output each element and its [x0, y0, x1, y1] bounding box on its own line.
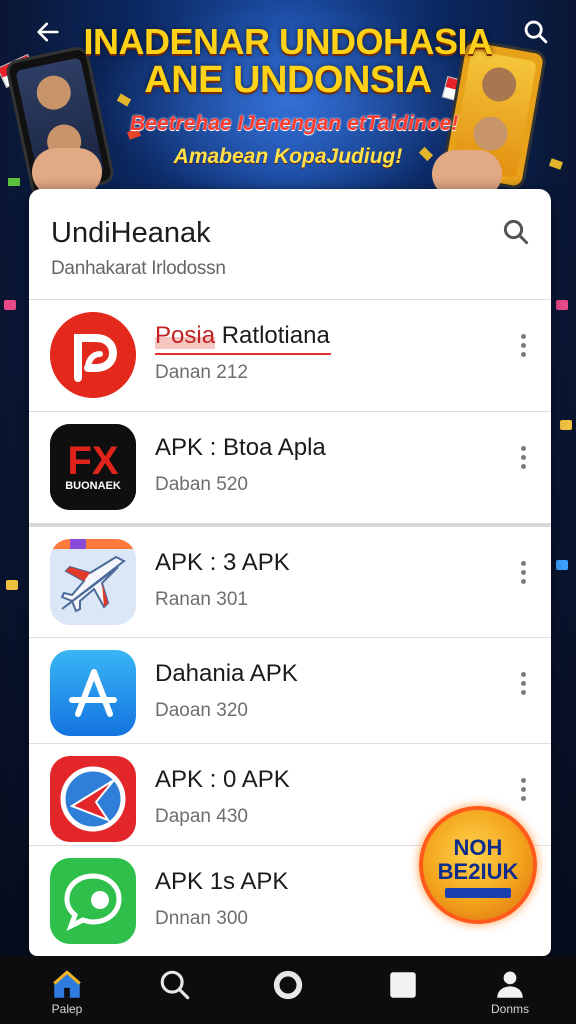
app-store-a-icon — [50, 650, 136, 736]
app-meta: Dnnan 300 — [155, 908, 248, 929]
circle-icon — [273, 970, 303, 1000]
nav-label: Donms — [490, 1002, 529, 1016]
more-options-button[interactable] — [513, 442, 533, 482]
banner-subtitle-line1: Beetrehae IJenengan etTaidinoe! — [130, 112, 459, 135]
banner-title-line1: INADENAR UNDOHASIA — [83, 21, 493, 62]
person-icon — [497, 971, 523, 998]
name-underline — [155, 353, 331, 355]
app-name-rest: Ratlotiana — [215, 322, 330, 349]
more-options-button[interactable] — [513, 668, 533, 708]
chat-bubble-icon — [50, 858, 136, 944]
app-meta: Dapan 430 — [155, 806, 248, 827]
arrow-left-icon — [37, 22, 59, 42]
nav-home[interactable]: Palep — [27, 956, 107, 1024]
promo-badge[interactable]: NOH BE2IUK — [419, 806, 537, 924]
search-icon — [160, 970, 190, 1000]
app-meta: Ranan 301 — [155, 589, 248, 610]
badge-ribbon — [445, 888, 511, 898]
more-options-button[interactable] — [513, 774, 533, 814]
app-name-highlight: Posia — [155, 322, 216, 349]
list-item[interactable]: APK : 3 APK Ranan 301 — [29, 523, 551, 637]
stage-light-decoration — [556, 300, 568, 310]
list-item[interactable]: Dahania APK Daoan 320 — [29, 637, 551, 743]
stage-light-decoration — [4, 300, 16, 310]
home-icon — [53, 970, 81, 998]
confetti-decoration — [548, 158, 564, 170]
fx-logo-icon: FX BUONAEK — [50, 424, 136, 510]
confetti-decoration — [8, 178, 20, 186]
search-icon — [524, 20, 548, 44]
card-subtitle: Danhakarat Irlodossn — [51, 258, 226, 279]
airplane-icon — [50, 539, 136, 625]
compass-icon — [50, 756, 136, 842]
more-options-button[interactable] — [513, 330, 533, 370]
app-meta: Daoan 320 — [155, 700, 248, 721]
search-icon — [503, 219, 529, 245]
nav-square[interactable] — [363, 956, 443, 1024]
app-name: Dahania APK — [155, 660, 298, 687]
app-name: APK 1s APK — [155, 868, 289, 895]
nav-circle[interactable] — [248, 956, 328, 1024]
card-header: UndiHeanak Danhakarat Irlodossn — [29, 189, 551, 299]
badge-line1: NOH — [453, 835, 503, 860]
banner-title-line2: ANE UNDONSIA — [144, 59, 432, 101]
list-item[interactable]: FX BUONAEK APK : Btoa Apla Daban 520 — [29, 411, 551, 523]
app-meta: Danan 212 — [155, 362, 248, 383]
bottom-navigation: Palep Donms — [0, 956, 576, 1024]
app-name: Posia Ratlotiana — [155, 322, 330, 350]
banner-subtitle-line2: Amabean KopaJudiug! — [173, 145, 403, 168]
stage-light-decoration — [560, 420, 572, 430]
hero-banner: INADENAR UNDOHASIA ANE UNDONSIA Beetreha… — [0, 0, 576, 200]
card-title: UndiHeanak — [51, 217, 211, 249]
card-search-button[interactable] — [501, 217, 531, 247]
app-meta: Daban 520 — [155, 474, 248, 495]
square-icon — [390, 972, 416, 998]
nav-label: Palep — [51, 1002, 83, 1016]
stage-light-decoration — [556, 560, 568, 570]
app-name: APK : Btoa Apla — [155, 434, 326, 461]
stage-light-decoration — [6, 580, 18, 590]
nav-profile[interactable]: Donms — [470, 956, 550, 1024]
back-button[interactable] — [30, 14, 66, 50]
banner-search-button[interactable] — [518, 14, 554, 50]
svg-text:FX: FX — [67, 439, 118, 483]
badge-line2: BE2IUK — [437, 859, 519, 884]
list-item[interactable]: Posia Ratlotiana Danan 212 — [29, 299, 551, 411]
app-name: APK : 3 APK — [155, 549, 290, 576]
nav-search[interactable] — [135, 956, 215, 1024]
p-logo-icon — [50, 312, 136, 398]
more-options-button[interactable] — [513, 557, 533, 597]
app-name: APK : 0 APK — [155, 766, 290, 793]
icon-caption: BUONAEK — [65, 480, 121, 492]
